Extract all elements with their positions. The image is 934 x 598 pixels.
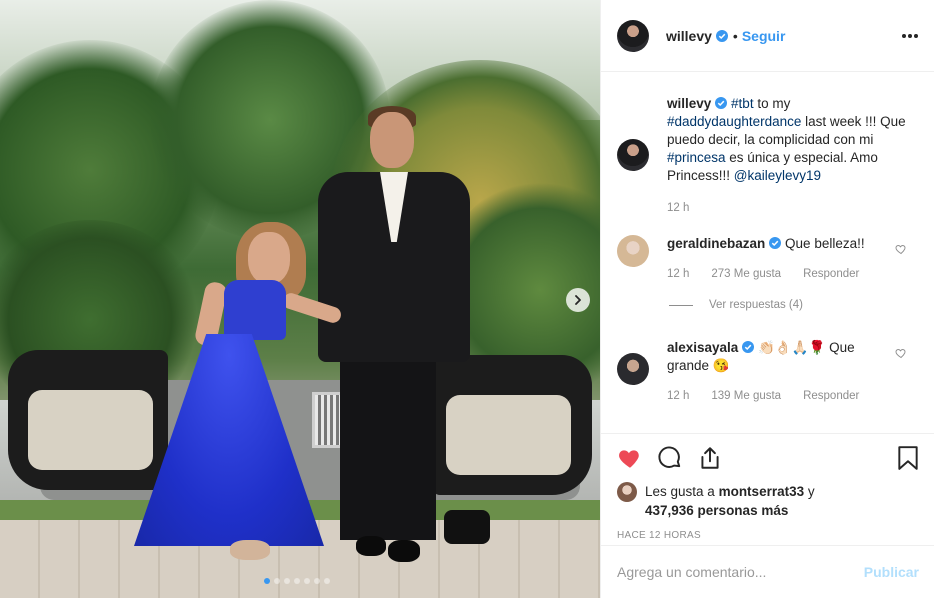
commenter-username[interactable]: geraldinebazan [667, 236, 765, 251]
comment: geraldinebazan Que belleza!! 12 h 273 Me… [617, 235, 865, 283]
caption: willevy #tbt to my #daddydaughterdance l… [617, 95, 913, 217]
post-side-panel: willevy • Seguir willevy #tbt to my #dad… [600, 0, 934, 598]
reply-button[interactable]: Responder [803, 387, 859, 405]
comment-time[interactable]: 12 h [667, 387, 689, 405]
more-options-icon[interactable] [902, 33, 918, 38]
comment-emoji: 👏🏻👌🏻🙏🏻🌹 [758, 340, 826, 355]
carousel-dot [324, 578, 330, 584]
view-replies-button[interactable]: Ver respuestas (4) [669, 299, 803, 311]
add-comment-bar: Publicar [601, 545, 934, 598]
liker-avatar[interactable] [617, 482, 637, 502]
view-replies-label: Ver respuestas (4) [709, 299, 803, 311]
likes-prefix: Les gusta a [645, 484, 719, 499]
header-separator: • [732, 27, 738, 44]
caption-time[interactable]: 12 h [667, 199, 689, 217]
carousel-dot [314, 578, 320, 584]
comment-like-heart-icon[interactable] [895, 347, 907, 359]
verified-icon [715, 29, 728, 42]
man-figure-shoe [388, 540, 420, 562]
instagram-post: willevy • Seguir willevy #tbt to my #dad… [0, 0, 934, 598]
comment-likes[interactable]: 139 Me gusta [711, 387, 781, 405]
share-icon[interactable] [697, 445, 723, 471]
liker-username[interactable]: montserrat33 [719, 484, 805, 499]
action-icons [617, 444, 919, 472]
comments-section: willevy #tbt to my #daddydaughterdance l… [601, 73, 934, 433]
replies-divider [669, 304, 693, 306]
carousel-next-button[interactable] [566, 288, 590, 312]
author-avatar[interactable] [617, 19, 649, 52]
commenter-username[interactable]: alexisayala [667, 340, 738, 355]
comment-input[interactable] [617, 564, 864, 580]
likes-count[interactable]: 437,936 personas más [645, 503, 788, 518]
girl-figure-dress-top [224, 280, 286, 340]
man-figure-shoe [356, 536, 386, 556]
verified-icon [715, 97, 728, 109]
car-door-right [432, 355, 592, 495]
comment-time[interactable]: 12 h [667, 265, 689, 283]
post-header: willevy • Seguir [601, 0, 934, 72]
commenter-avatar[interactable] [617, 353, 649, 385]
likes-summary: Les gusta a montserrat33 y 437,936 perso… [617, 482, 919, 520]
comment-likes[interactable]: 273 Me gusta [711, 265, 781, 283]
car-wheel [444, 510, 490, 544]
man-figure-head [370, 112, 414, 168]
girl-figure-head [248, 232, 290, 284]
carousel-dot [294, 578, 300, 584]
carousel-indicator [264, 578, 330, 584]
publish-button[interactable]: Publicar [864, 564, 919, 580]
mention-link[interactable]: @kaileylevy19 [734, 168, 821, 183]
chevron-right-icon [575, 295, 581, 305]
caption-author[interactable]: willevy [667, 96, 711, 111]
comment-icon[interactable] [657, 445, 683, 471]
likes-middle: y [804, 484, 815, 499]
heart-icon[interactable] [617, 445, 643, 471]
carousel-dot [304, 578, 310, 584]
girl-figure-feet [230, 540, 270, 560]
author-username[interactable]: willevy [666, 28, 712, 44]
post-actions: Les gusta a montserrat33 y 437,936 perso… [601, 433, 934, 541]
carousel-dot [274, 578, 280, 584]
bookmark-icon[interactable] [897, 445, 919, 471]
commenter-avatar[interactable] [617, 235, 649, 267]
caption-text: to my [753, 96, 791, 111]
caption-author-avatar[interactable] [617, 139, 649, 171]
hashtag-link[interactable]: #tbt [731, 96, 754, 111]
comment: alexisayala 👏🏻👌🏻🙏🏻🌹 Que grande 😘 12 h 13… [617, 339, 877, 405]
hashtag-link[interactable]: #daddydaughterdance [667, 114, 801, 129]
comment-text: Que belleza!! [785, 236, 865, 251]
comment-like-heart-icon[interactable] [895, 243, 907, 255]
follow-button[interactable]: Seguir [742, 28, 786, 44]
comment-emoji: 😘 [712, 358, 730, 373]
carousel-dot [284, 578, 290, 584]
reply-button[interactable]: Responder [803, 265, 859, 283]
post-photo[interactable] [0, 0, 600, 598]
car-door-left [8, 350, 168, 490]
carousel-dot [264, 578, 270, 584]
post-time-ago[interactable]: HACE 12 HORAS [617, 530, 919, 541]
verified-icon [769, 237, 782, 249]
verified-icon [742, 341, 755, 353]
man-figure-legs [340, 350, 436, 540]
hashtag-link[interactable]: #princesa [667, 150, 726, 165]
